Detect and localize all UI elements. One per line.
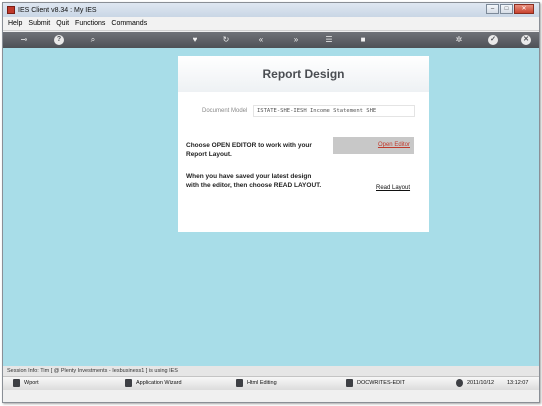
document-model-label: Document Model	[202, 108, 248, 114]
toolbar: ⊸ ? ⌕ ♥ ↻ « » ☰ ■ ✲ ✓ ✕	[3, 32, 539, 48]
status-bar: Session Info: Tim [ @ Plenty Investments…	[3, 366, 539, 376]
time-label: 13:12:07	[507, 380, 529, 386]
menu-commands[interactable]: Commands	[111, 20, 147, 27]
close-window-button[interactable]: ✕	[514, 4, 534, 14]
title-bar: IES Client v8.34 : My IES – □ ✕	[3, 3, 539, 17]
search-icon[interactable]: ⌕	[88, 35, 98, 45]
menu-submit[interactable]: Submit	[28, 20, 50, 27]
back-icon[interactable]: «	[256, 35, 266, 45]
editor-icon	[236, 379, 243, 387]
clock-icon	[456, 379, 463, 387]
task-label: Application Wizard	[136, 380, 182, 386]
wizard-icon	[125, 379, 132, 387]
list-icon[interactable]: ☰	[324, 35, 334, 45]
document-icon	[13, 379, 20, 387]
read-layout-link[interactable]: Read Layout	[376, 185, 410, 191]
open-editor-button[interactable]: Open Editor	[333, 137, 414, 154]
task-label: Wport	[24, 380, 39, 386]
workspace: Report Design Document Model ISTATE-SHE-…	[3, 48, 539, 366]
report-design-panel: Report Design Document Model ISTATE-SHE-…	[178, 56, 429, 232]
open-editor-instruction: Choose OPEN EDITOR to work with your Rep…	[186, 142, 312, 158]
minimize-button[interactable]: –	[486, 4, 499, 14]
panel-header: Report Design	[178, 56, 429, 92]
forward-icon[interactable]: »	[291, 35, 301, 45]
window-controls: – □ ✕	[485, 4, 534, 14]
check-icon[interactable]: ✓	[488, 35, 498, 45]
task-label: DOCWRITES-EDIT	[357, 380, 405, 386]
menu-help[interactable]: Help	[8, 20, 22, 27]
document-model-field[interactable]: ISTATE-SHE-IESH Income Statement SHE	[253, 105, 415, 117]
date-label: 2011/10/12	[467, 380, 495, 386]
task-application-wizard[interactable]: Application Wizard	[125, 379, 182, 387]
app-logo-icon	[7, 6, 15, 14]
open-editor-link[interactable]: Open Editor	[378, 142, 410, 148]
folder-icon	[346, 379, 353, 387]
heart-icon[interactable]: ♥	[190, 35, 200, 45]
task-docwrites-edit[interactable]: DOCWRITES-EDIT	[346, 379, 405, 387]
task-clock: 2011/10/12	[456, 379, 494, 387]
help-icon[interactable]: ?	[54, 35, 64, 45]
app-window: IES Client v8.34 : My IES – □ ✕ Help Sub…	[2, 2, 540, 403]
task-label: Html Editing	[247, 380, 277, 386]
maximize-button[interactable]: □	[500, 4, 513, 14]
close-icon[interactable]: ✕	[521, 35, 531, 45]
menu-bar: Help Submit Quit Functions Commands	[3, 17, 539, 31]
window-title: IES Client v8.34 : My IES	[18, 6, 97, 14]
key-icon[interactable]: ⊸	[15, 35, 33, 45]
menu-functions[interactable]: Functions	[75, 20, 105, 27]
task-html-editing[interactable]: Html Editing	[236, 379, 277, 387]
read-layout-instruction: When you have saved your latest design w…	[186, 173, 322, 189]
bottom-strip	[3, 390, 539, 402]
history-icon[interactable]: ↻	[221, 35, 231, 45]
settings-icon[interactable]: ✲	[454, 35, 464, 45]
stop-icon[interactable]: ■	[358, 35, 368, 45]
task-wport[interactable]: Wport	[13, 379, 39, 387]
page-title: Report Design	[262, 67, 345, 81]
taskbar: Wport Application Wizard Html Editing DO…	[3, 376, 539, 390]
menu-quit[interactable]: Quit	[56, 20, 69, 27]
